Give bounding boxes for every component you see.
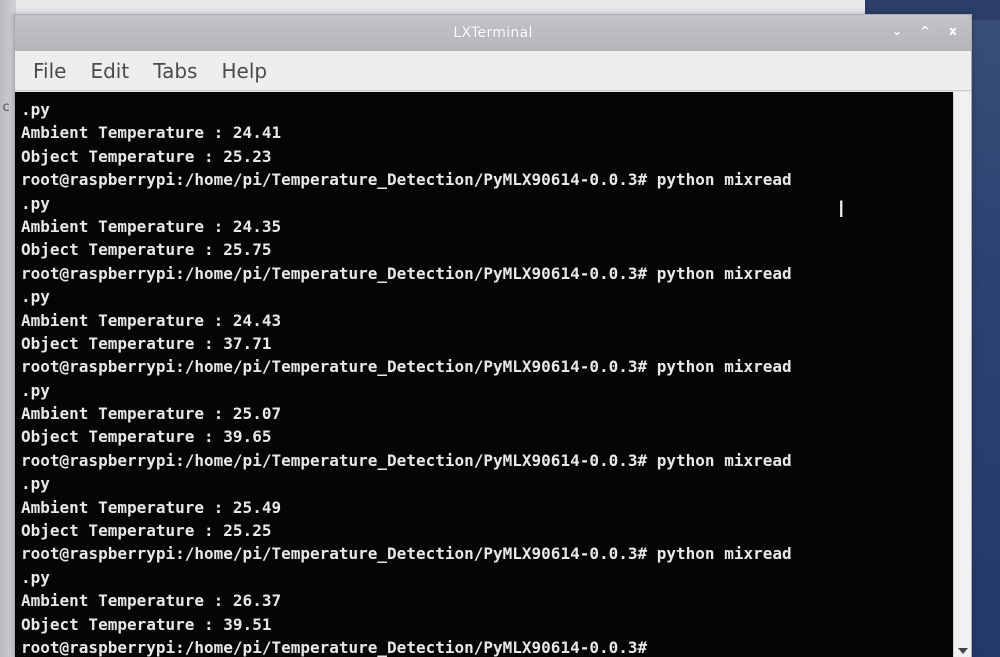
menu-help[interactable]: Help <box>221 59 267 83</box>
terminal-line: .py <box>21 380 50 400</box>
terminal-line: .py <box>21 193 50 213</box>
terminal-line: Object Temperature : 39.51 <box>21 614 272 634</box>
terminal-line: root@raspberrypi:/home/pi/Temperature_De… <box>21 170 792 190</box>
terminal-line: Object Temperature : 37.71 <box>21 333 272 353</box>
terminal-line: Object Temperature : 25.25 <box>21 521 272 541</box>
terminal-output[interactable]: .py Ambient Temperature : 24.41 Object T… <box>15 92 955 657</box>
terminal-line: Ambient Temperature : 25.07 <box>21 404 282 424</box>
menu-tabs[interactable]: Tabs <box>153 59 197 83</box>
close-icon[interactable]: x <box>945 23 961 39</box>
terminal-line: .py <box>21 474 50 494</box>
terminal-line: Ambient Temperature : 24.35 <box>21 216 282 236</box>
terminal-line: root@raspberrypi:/home/pi/Temperature_De… <box>21 263 792 283</box>
menu-edit[interactable]: Edit <box>90 59 129 83</box>
terminal-line: Ambient Temperature : 26.37 <box>21 591 282 611</box>
minimize-icon[interactable]: ⌄ <box>889 23 905 39</box>
maximize-icon[interactable]: ^ <box>917 23 933 39</box>
desktop-right-edge <box>970 0 1000 657</box>
scroll-down-icon[interactable] <box>958 648 968 654</box>
menu-bar: File Edit Tabs Help <box>15 51 971 91</box>
terminal-line: root@raspberrypi:/home/pi/Temperature_De… <box>21 544 792 564</box>
terminal-prompt: root@raspberrypi:/home/pi/Temperature_De… <box>21 637 648 657</box>
terminal-line: .py <box>21 567 50 587</box>
menu-file[interactable]: File <box>33 59 66 83</box>
terminal-line: root@raspberrypi:/home/pi/Temperature_De… <box>21 450 792 470</box>
terminal-line: Object Temperature : 39.65 <box>21 427 272 447</box>
terminal-line: .py <box>21 287 50 307</box>
terminal-line: Ambient Temperature : 24.43 <box>21 310 282 330</box>
lxterminal-window: LXTerminal ⌄ ^ x File Edit Tabs Help .py… <box>14 14 972 657</box>
text-cursor-icon: I <box>838 198 845 223</box>
desktop-left-glyph: c <box>2 100 10 115</box>
terminal-line: Ambient Temperature : 24.41 <box>21 123 282 143</box>
terminal-line: Object Temperature : 25.23 <box>21 146 272 166</box>
vertical-scrollbar[interactable] <box>953 92 971 657</box>
title-bar[interactable]: LXTerminal ⌄ ^ x <box>15 15 971 51</box>
terminal-line: .py <box>21 100 50 119</box>
terminal-line: Object Temperature : 25.75 <box>21 240 272 260</box>
terminal-line: root@raspberrypi:/home/pi/Temperature_De… <box>21 357 792 377</box>
window-controls: ⌄ ^ x <box>889 23 961 39</box>
terminal-line: Ambient Temperature : 25.49 <box>21 497 282 517</box>
window-title: LXTerminal <box>453 25 533 41</box>
